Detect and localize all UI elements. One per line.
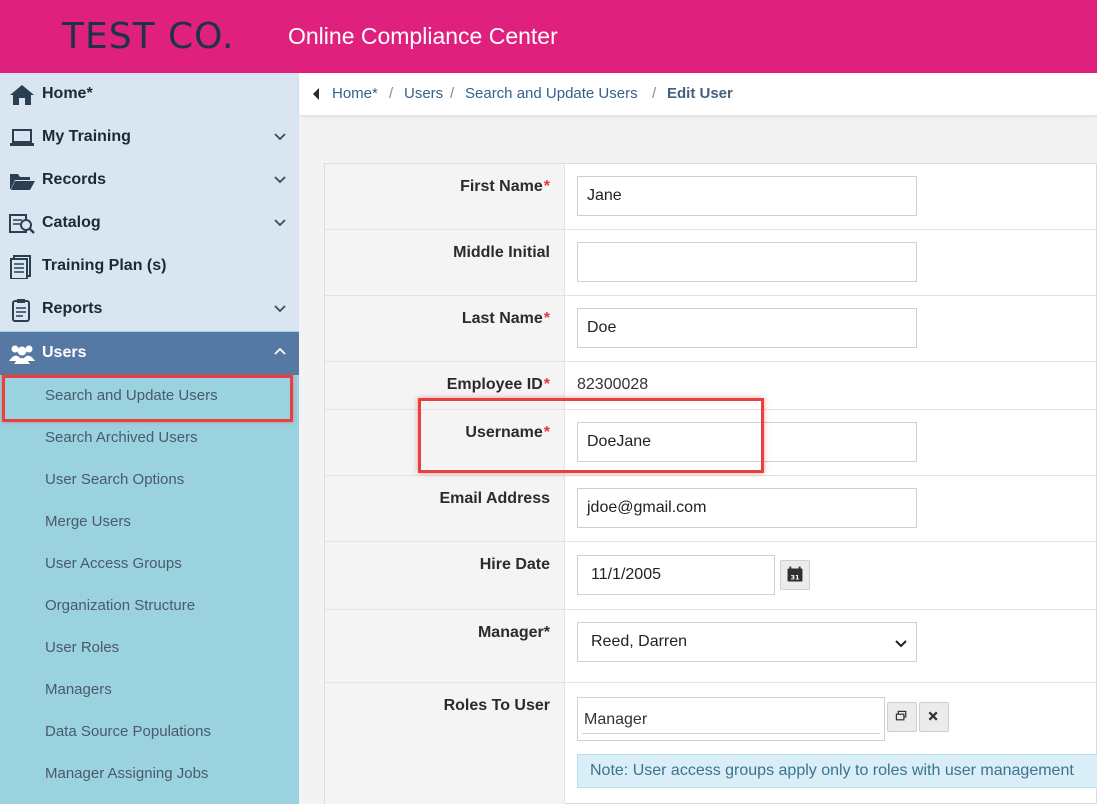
popup-window-icon: [895, 710, 907, 721]
sidebar-item-label: Training Plan (s): [42, 257, 167, 274]
highlight-box-username: [418, 398, 764, 473]
edit-user-form: First Name* Jane Middle Initial Last Nam…: [324, 163, 1097, 804]
submenu-data-source-populations[interactable]: Data Source Populations: [45, 723, 211, 740]
highlight-box-search-update: [2, 375, 293, 422]
row-hire-date: Hire Date 11/1/2005 31: [325, 542, 1097, 610]
folder-open-icon: [10, 174, 35, 190]
document-list-icon: [10, 255, 31, 279]
sidebar-item-label: Catalog: [42, 214, 101, 231]
row-first-name: First Name* Jane: [325, 164, 1097, 230]
middle-initial-input[interactable]: [577, 242, 917, 282]
submenu-manager-assigning-jobs[interactable]: Manager Assigning Jobs: [45, 765, 208, 782]
catalog-search-icon: [9, 214, 35, 234]
label-employee-id: Employee ID*: [446, 376, 550, 393]
employee-id-value: 82300028: [577, 376, 649, 393]
sidebar-item-catalog[interactable]: Catalog: [0, 202, 299, 245]
breadcrumb-separator: /: [450, 85, 455, 102]
select-roles-button[interactable]: [887, 702, 917, 732]
breadcrumb-edit-user: Edit User: [667, 85, 733, 102]
app-title: Online Compliance Center: [288, 23, 558, 49]
row-last-name: Last Name* Doe: [325, 296, 1097, 362]
manager-selected-value: Reed, Darren: [591, 633, 688, 650]
row-manager: Manager* Reed, Darren: [325, 610, 1097, 683]
label-manager: Manager*: [477, 624, 550, 641]
home-icon: [10, 85, 34, 105]
role-item: Manager: [584, 711, 648, 728]
breadcrumb-separator: /: [389, 85, 394, 102]
chevron-down-icon: [274, 305, 286, 313]
sidebar-item-users[interactable]: Users: [0, 332, 299, 375]
caret-left-icon[interactable]: [311, 87, 321, 101]
laptop-icon: [10, 129, 34, 146]
submenu-user-access-groups[interactable]: User Access Groups: [45, 555, 182, 572]
app-window: TEST CO. Online Compliance Center Home* …: [0, 0, 1097, 804]
users-submenu: Search and Update Users Search Archived …: [0, 375, 299, 795]
hire-date-input[interactable]: 11/1/2005: [577, 555, 775, 595]
submenu-merge-users[interactable]: Merge Users: [45, 513, 131, 530]
breadcrumb-separator: /: [652, 85, 657, 102]
breadcrumb-home[interactable]: Home*: [332, 85, 378, 102]
clipboard-icon: [12, 299, 30, 322]
sidebar-item-label: Home*: [42, 85, 93, 102]
breadcrumb-users[interactable]: Users: [404, 85, 443, 102]
submenu-managers[interactable]: Managers: [45, 681, 112, 698]
breadcrumb: Home* / Users / Search and Update Users …: [299, 73, 1097, 116]
sidebar-item-training-plan[interactable]: Training Plan (s): [0, 245, 299, 288]
label-hire-date: Hire Date: [479, 556, 550, 573]
sidebar-item-records[interactable]: Records: [0, 159, 299, 202]
calendar-icon: 31: [787, 566, 803, 582]
sidebar-item-label: Records: [42, 171, 107, 188]
brand-logo: TEST CO.: [62, 16, 235, 57]
chevron-down-icon: [274, 219, 286, 227]
email-input[interactable]: jdoe@gmail.com: [577, 488, 917, 528]
label-roles: Roles To User: [443, 697, 550, 714]
sidebar-item-reports[interactable]: Reports: [0, 288, 299, 331]
submenu-user-search-options[interactable]: User Search Options: [45, 471, 184, 488]
label-middle-initial: Middle Initial: [453, 244, 550, 261]
last-name-input[interactable]: Doe: [577, 308, 917, 348]
sidebar-item-my-training[interactable]: My Training: [0, 116, 299, 159]
submenu-search-archived-users[interactable]: Search Archived Users: [45, 429, 198, 446]
submenu-user-roles[interactable]: User Roles: [45, 639, 119, 656]
svg-text:31: 31: [790, 574, 800, 582]
first-name-input[interactable]: Jane: [577, 176, 917, 216]
sidebar-item-label: Reports: [42, 300, 103, 317]
sidebar-item-home[interactable]: Home*: [0, 73, 299, 116]
label-email: Email Address: [439, 490, 550, 507]
sidebar: Home* My Training Records Catalog Traini…: [0, 73, 299, 804]
chevron-up-icon: [274, 347, 286, 355]
label-last-name: Last Name*: [461, 310, 550, 327]
submenu-organization-structure[interactable]: Organization Structure: [45, 597, 195, 614]
label-first-name: First Name*: [460, 178, 550, 195]
manager-select[interactable]: Reed, Darren: [577, 622, 917, 662]
roles-list[interactable]: Manager: [577, 697, 885, 741]
top-header: TEST CO. Online Compliance Center: [0, 0, 1097, 73]
chevron-down-icon: [274, 176, 286, 184]
sidebar-item-label: Users: [42, 344, 87, 361]
calendar-button[interactable]: 31: [780, 560, 810, 590]
chevron-down-icon: [274, 133, 286, 141]
row-email: Email Address jdoe@gmail.com: [325, 476, 1097, 542]
breadcrumb-search-update-users[interactable]: Search and Update Users: [465, 85, 638, 102]
clear-roles-button[interactable]: [919, 702, 949, 732]
close-icon: [928, 711, 938, 721]
users-icon: [9, 345, 35, 364]
row-roles: Roles To User Manager Note: User access …: [325, 683, 1097, 804]
chevron-down-icon: [895, 640, 907, 648]
row-middle-initial: Middle Initial: [325, 230, 1097, 296]
roles-note: Note: User access groups apply only to r…: [577, 754, 1097, 788]
sidebar-item-label: My Training: [42, 128, 131, 145]
